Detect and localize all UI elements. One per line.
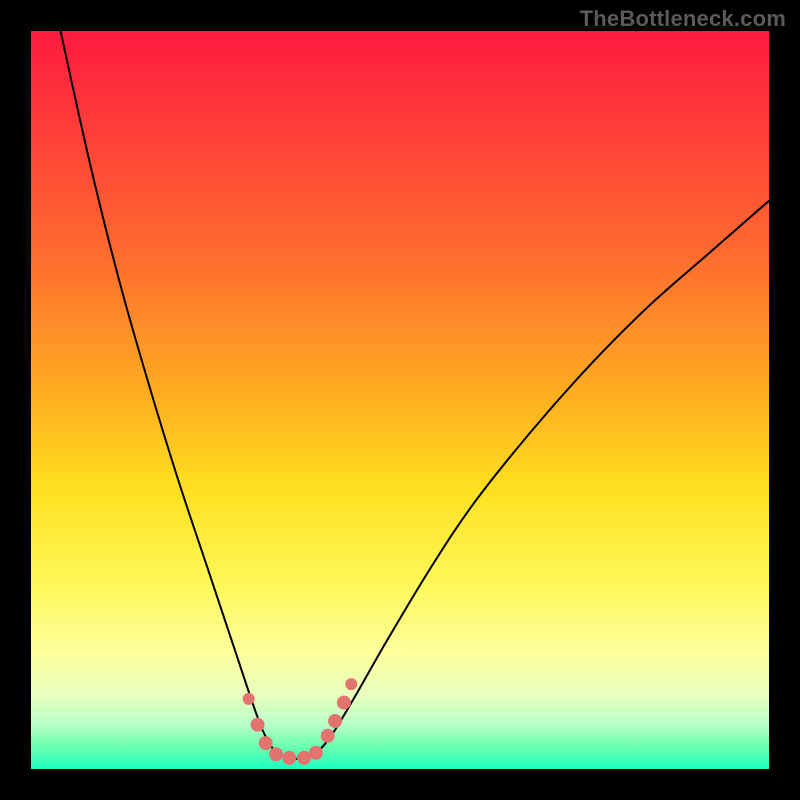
highlight-marker [251, 718, 265, 732]
highlight-marker [309, 746, 323, 760]
highlight-marker [269, 747, 283, 761]
chart-svg [31, 31, 769, 769]
highlight-marker [345, 678, 357, 690]
highlight-marker [328, 714, 342, 728]
bottleneck-curve [61, 31, 769, 759]
watermark-text: TheBottleneck.com [580, 6, 786, 32]
plot-area [31, 31, 769, 769]
chart-frame: TheBottleneck.com [0, 0, 800, 800]
highlight-marker [259, 736, 273, 750]
highlight-marker [243, 693, 255, 705]
highlight-marker [282, 751, 296, 765]
marker-group [243, 678, 358, 765]
highlight-marker [321, 729, 335, 743]
highlight-marker [337, 696, 351, 710]
